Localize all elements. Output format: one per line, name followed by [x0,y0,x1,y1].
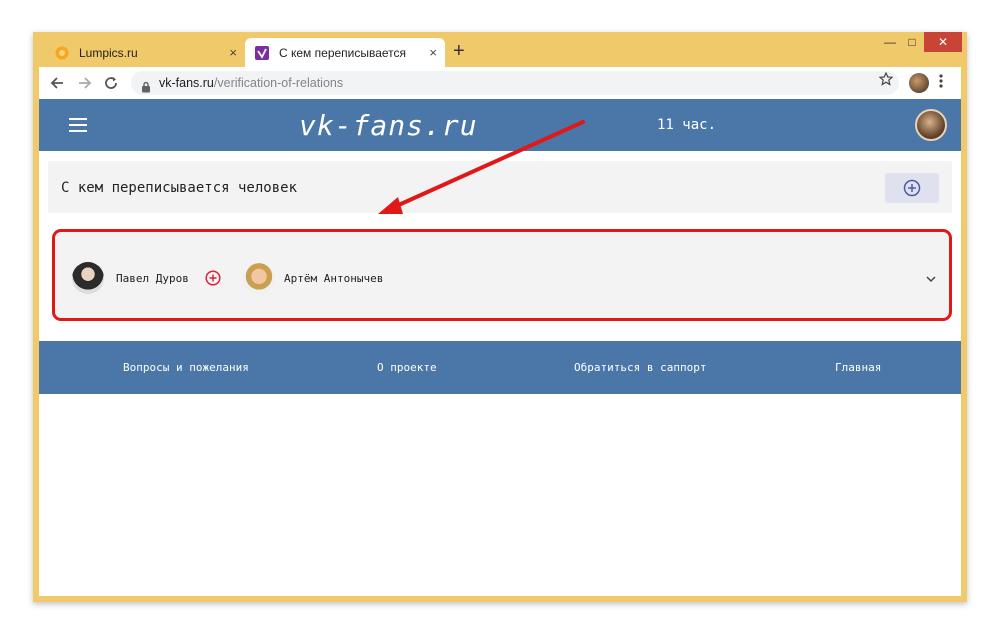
tab-strip: Lumpics.ru × С кем переписывается × + — … [33,32,967,67]
hamburger-icon[interactable] [69,118,87,132]
site-header: vk-fans.ru 11 час. [39,99,961,151]
site-footer: Вопросы и пожелания О проекте Обратиться… [39,341,961,394]
user-avatar[interactable] [915,109,947,141]
star-icon[interactable] [878,71,894,90]
avatar-person-b [243,262,275,294]
url-host: vk-fans.ru [159,76,214,90]
relation-pair-card[interactable]: Павел Дуров Артём Антонычев [52,229,952,321]
url-path: /verification-of-relations [213,76,344,90]
close-window-button[interactable]: ✕ [924,32,962,52]
person-a-name[interactable]: Павел Дуров [116,272,189,285]
tab-vkfans[interactable]: С кем переписывается × [245,38,445,67]
tab-title: Lumpics.ru [79,45,138,60]
tab-close-icon[interactable]: × [429,45,437,60]
new-tab-button[interactable]: + [453,41,465,61]
url-field[interactable]: vk-fans.ru/verification-of-relations [131,71,899,95]
browser-profile-avatar[interactable] [909,73,929,93]
title-card: С кем переписывается человек [48,161,952,213]
lumpics-favicon-icon [55,46,69,60]
add-pair-button[interactable] [885,173,939,203]
forward-arrow-icon[interactable] [75,73,95,93]
lock-icon [141,77,151,101]
person-b-name[interactable]: Артём Антонычев [284,272,383,285]
maximize-button[interactable]: □ [901,32,923,52]
page-content: vk-fans.ru 11 час. С кем переписывается … [39,99,961,596]
time-remaining: 11 час. [657,117,717,133]
plus-circle-icon [903,179,921,197]
address-bar: vk-fans.ru/verification-of-relations [39,67,961,100]
site-logo[interactable]: vk-fans.ru [299,109,478,142]
minimize-button[interactable]: — [879,32,901,52]
back-arrow-icon[interactable] [47,73,67,93]
browser-window: Lumpics.ru × С кем переписывается × + — … [33,32,967,602]
page-title: С кем переписывается человек [61,180,298,196]
plus-circle-icon [205,270,221,286]
footer-link-feedback[interactable]: Вопросы и пожелания [123,361,249,374]
kebab-menu-icon[interactable] [939,73,943,94]
tab-close-icon[interactable]: × [229,45,237,60]
tab-lumpics[interactable]: Lumpics.ru × [45,38,245,67]
tab-title: С кем переписывается [279,45,407,60]
avatar-person-a [72,262,104,294]
vkfans-favicon-icon [255,45,269,60]
url-text: vk-fans.ru/verification-of-relations [159,71,343,95]
footer-link-support[interactable]: Обратиться в саппорт [574,361,706,374]
reload-icon[interactable] [101,73,121,93]
footer-link-home[interactable]: Главная [835,361,881,374]
chevron-down-icon[interactable] [925,272,937,284]
footer-link-about[interactable]: О проекте [377,361,437,374]
